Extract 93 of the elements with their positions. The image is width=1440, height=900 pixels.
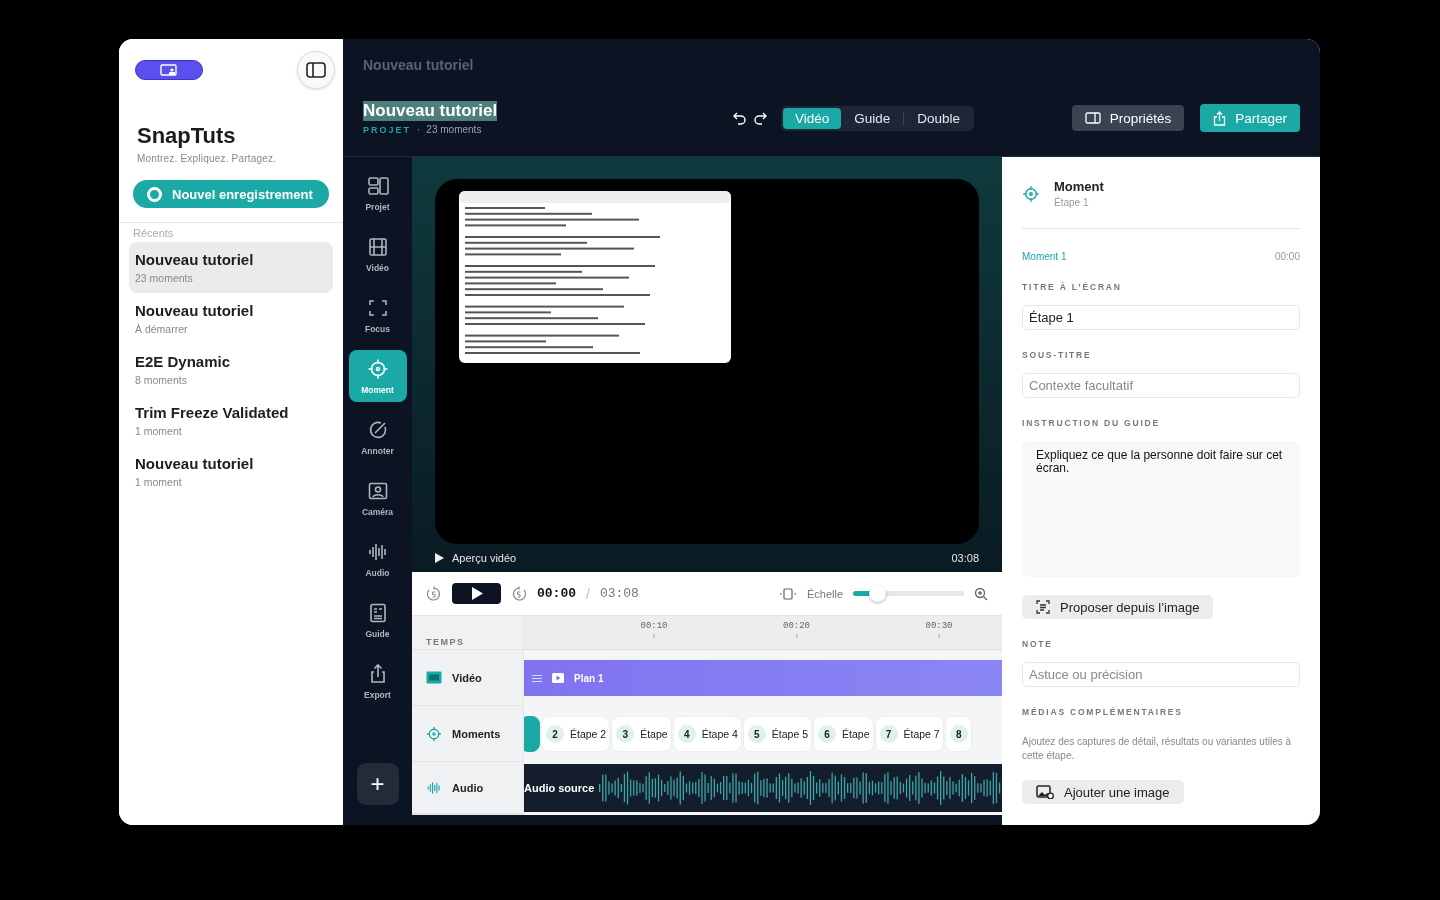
field-label: TITRE À L’ÉCRAN — [1022, 282, 1123, 292]
ruler-tick: 00:20 — [783, 621, 810, 638]
target-icon — [426, 725, 442, 742]
sidebar-icon — [306, 62, 326, 78]
track-label: Moments — [452, 727, 501, 740]
input-field[interactable]: Astuce ou précision — [1022, 662, 1300, 687]
waveform-icon — [426, 779, 442, 796]
recent-project-item[interactable]: E2E Dynamic 8 moments — [129, 344, 333, 395]
input-field[interactable]: Contexte facultatif — [1022, 373, 1300, 398]
sidebar-toggle-button[interactable] — [297, 51, 335, 89]
layout-icon — [366, 174, 389, 197]
drag-handle-icon — [532, 674, 542, 682]
action-button[interactable]: Proposer depuis l’image — [1022, 595, 1214, 619]
field-label: SOUS-TITRE — [1022, 350, 1093, 360]
scale-label: Échelle — [806, 587, 843, 600]
redo-icon[interactable] — [753, 111, 767, 125]
ruler-tick: 00:10 — [640, 621, 668, 638]
clip-label: Plan 1 — [574, 672, 604, 684]
video-duration: 03:08 — [951, 552, 979, 565]
track-label: Audio — [452, 781, 484, 794]
time-separator: / — [586, 585, 590, 602]
action-button[interactable]: Ajouter une image — [1022, 780, 1184, 804]
tool-rail-item[interactable]: Export — [348, 655, 407, 707]
input-field[interactable]: Étape 1 — [1022, 305, 1300, 330]
forward-icon[interactable] — [511, 585, 527, 602]
help-text: Ajoutez des captures de détail, résultats ou variantes utiles à cette étape. — [1022, 735, 1293, 762]
moment-chip[interactable] — [524, 716, 540, 752]
project-title: Nouveau tutoriel — [363, 101, 498, 121]
track-label: Audio source — [524, 782, 595, 794]
project-label: PROJET — [363, 124, 411, 135]
field-label: NOTE — [1022, 639, 1054, 649]
moment-chip[interactable]: 2 Étape 2 — [541, 716, 611, 752]
properties-button[interactable]: Propriétés — [1071, 105, 1185, 131]
scan-text-icon — [1036, 600, 1050, 614]
play-icon — [552, 673, 564, 683]
moment-chip[interactable]: 3 Étape — [611, 716, 672, 752]
current-time: 00:00 — [537, 586, 576, 601]
moment-chip[interactable]: 4 Étape 4 — [672, 716, 742, 752]
text-area[interactable]: Expliquez ce que la personne doit faire sur cet écran. — [1022, 441, 1300, 577]
view-tab[interactable]: Double — [905, 107, 973, 129]
undo-icon[interactable] — [733, 111, 747, 125]
recent-project-item[interactable]: Nouveau tutoriel 23 moments — [129, 242, 333, 293]
track-label: Vidéo — [452, 671, 482, 684]
app-title: SnapTuts — [137, 123, 237, 149]
recent-project-item[interactable]: Nouveau tutoriel À démarrer — [129, 293, 333, 344]
section-label: Récents — [133, 227, 175, 239]
play-icon — [470, 587, 483, 600]
recent-project-item[interactable]: Nouveau tutoriel 1 moment — [129, 446, 333, 497]
tool-rail-item[interactable]: Caméra — [348, 472, 407, 524]
add-button[interactable]: + — [356, 763, 399, 805]
panel-subtitle: Étape 1 — [1054, 197, 1090, 208]
tool-rail-item[interactable]: Vidéo — [348, 228, 407, 280]
recent-project-item[interactable]: Trim Freeze Validated 1 moment — [129, 395, 333, 446]
total-time: 03:08 — [599, 586, 639, 601]
timeline-header: TEMPS — [412, 616, 524, 650]
zoom-in-icon[interactable] — [974, 586, 988, 601]
fit-icon[interactable] — [778, 587, 797, 600]
tool-rail-item[interactable]: Focus — [348, 289, 407, 341]
share-icon — [1213, 110, 1227, 126]
rewind-icon[interactable] — [426, 585, 442, 602]
view-tab[interactable]: Guide — [842, 107, 903, 129]
panel-title: Moment — [1054, 179, 1104, 194]
separator-dot: · — [417, 124, 421, 135]
field-label: INSTRUCTION DU GUIDE — [1022, 418, 1161, 428]
tool-rail-item[interactable]: Guide — [348, 594, 407, 646]
play-button[interactable] — [452, 583, 501, 604]
moment-chip[interactable]: 7 Étape 7 — [874, 716, 944, 752]
app-tagline: Montrez. Expliquez. Partagez. — [137, 153, 278, 164]
moment-chip[interactable]: 5 Étape 5 — [742, 716, 813, 752]
tool-rail-item[interactable]: Audio — [348, 533, 407, 585]
video-clip[interactable]: Plan 1 — [524, 660, 1002, 696]
moment-label: Moment 1 — [1022, 251, 1067, 262]
film-icon — [426, 671, 442, 684]
target-icon — [1022, 184, 1040, 203]
moments-count: 23 moments — [426, 124, 482, 135]
tool-rail-item[interactable]: Projet — [348, 167, 407, 219]
screen-record-button[interactable] — [135, 60, 203, 80]
field-label: MÉDIAS COMPLÉMENTAIRES — [1022, 707, 1184, 717]
moment-chip[interactable]: 6 Étape — [813, 716, 874, 752]
play-icon[interactable] — [435, 553, 444, 564]
zoom-slider[interactable] — [853, 585, 964, 602]
panel-icon — [1084, 112, 1101, 124]
audio-track[interactable]: Audio source — [524, 764, 1002, 812]
preview-caption: Aperçu vidéo — [452, 552, 517, 565]
presenter-icon — [160, 64, 178, 76]
moment-time: 00:00 — [1274, 251, 1300, 262]
tool-rail-item[interactable]: Annoter — [348, 411, 407, 463]
film-icon — [366, 235, 389, 258]
image-icon — [1036, 785, 1054, 799]
target-icon — [366, 357, 389, 380]
window-title: Nouveau tutoriel — [363, 57, 475, 73]
ruler-tick: 00:30 — [925, 621, 953, 638]
moment-chip[interactable]: 8 — [944, 716, 972, 752]
